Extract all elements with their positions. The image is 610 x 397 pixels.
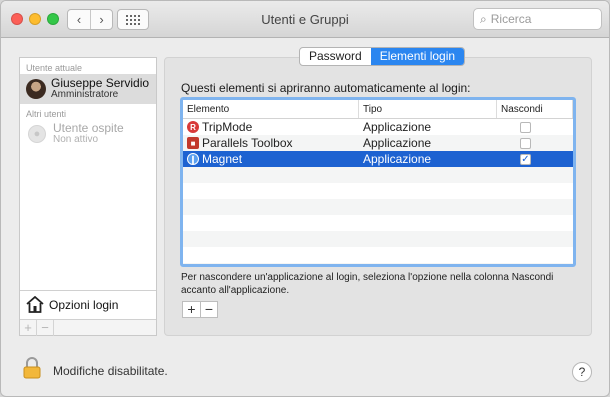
add-user-button[interactable]: + — [20, 320, 37, 336]
login-items-table[interactable]: Elemento Tipo Nascondi R TripMode Applic… — [180, 97, 576, 267]
search-icon: ⌕ — [480, 11, 487, 26]
titlebar: ‹ › Utenti e Gruppi ⌕ — [1, 1, 609, 38]
column-header-item[interactable]: Elemento — [183, 100, 359, 118]
window: ‹ › Utenti e Gruppi ⌕ Utente attuale Giu… — [0, 0, 610, 397]
search-field[interactable]: ⌕ — [473, 8, 602, 30]
help-button[interactable]: ? — [572, 362, 592, 382]
hide-help-text: Per nascondere un'applicazione al login,… — [181, 272, 554, 296]
guest-user-item[interactable]: ● Utente ospite Non attivo — [20, 120, 156, 148]
row-app-type: Applicazione — [363, 152, 432, 166]
tab-login-items[interactable]: Elementi login — [370, 48, 465, 65]
users-sidebar: Utente attuale Giuseppe Servidio Amminis… — [19, 57, 157, 336]
magnet-icon: ❙ — [187, 153, 199, 165]
current-user-item[interactable]: Giuseppe Servidio Amministratore — [20, 74, 156, 104]
avatar — [26, 79, 46, 99]
hide-checkbox[interactable] — [520, 137, 531, 149]
row-app-name: TripMode — [202, 120, 253, 134]
empty-row — [183, 167, 573, 183]
current-user-name: Giuseppe Servidio — [51, 76, 150, 90]
current-user-header: Utente attuale — [26, 63, 83, 73]
lock-status-text: Modifiche disabilitate. — [53, 364, 168, 378]
parallels-toolbox-icon: ■ — [187, 137, 199, 149]
tripmode-icon: R — [187, 121, 199, 133]
current-user-role: Amministratore — [51, 89, 119, 100]
guest-user-name: Utente ospite — [53, 121, 124, 135]
tab-bar: Password Elementi login — [299, 47, 466, 66]
column-header-type[interactable]: Tipo — [359, 100, 497, 118]
remove-login-item-button[interactable]: − — [200, 302, 217, 317]
search-input[interactable] — [490, 12, 591, 26]
hide-checkbox[interactable] — [520, 121, 531, 133]
login-options-item[interactable]: Opzioni login — [20, 290, 156, 318]
guest-user-status: Non attivo — [53, 134, 99, 145]
empty-row — [183, 263, 573, 264]
table-row[interactable]: ❙ Magnet Applicazione ✓ — [183, 151, 573, 167]
empty-row — [183, 247, 573, 263]
empty-row — [183, 231, 573, 247]
empty-row — [183, 183, 573, 199]
tab-password[interactable]: Password — [300, 48, 371, 65]
login-items-buttons: + − — [182, 301, 218, 318]
column-header-hide[interactable]: Nascondi — [497, 100, 573, 118]
row-app-type: Applicazione — [363, 120, 432, 134]
other-users-header: Altri utenti — [26, 109, 67, 119]
add-login-item-button[interactable]: + — [183, 302, 200, 317]
table-row[interactable]: R TripMode Applicazione — [183, 119, 573, 135]
remove-user-button[interactable]: − — [37, 320, 54, 336]
login-items-intro: Questi elementi si apriranno automaticam… — [181, 81, 471, 95]
row-app-type: Applicazione — [363, 136, 432, 150]
guest-avatar-icon: ● — [28, 125, 46, 143]
lock-icon[interactable] — [23, 357, 41, 379]
login-options-label: Opzioni login — [49, 297, 119, 312]
sidebar-buttons: + − — [20, 319, 156, 336]
empty-row — [183, 199, 573, 215]
table-row[interactable]: ■ Parallels Toolbox Applicazione — [183, 135, 573, 151]
empty-row — [183, 215, 573, 231]
hide-checkbox[interactable]: ✓ — [520, 153, 531, 165]
house-icon — [26, 296, 44, 314]
table-header: Elemento Tipo Nascondi — [183, 100, 573, 119]
row-app-name: Magnet — [202, 152, 243, 166]
row-app-name: Parallels Toolbox — [202, 136, 293, 150]
